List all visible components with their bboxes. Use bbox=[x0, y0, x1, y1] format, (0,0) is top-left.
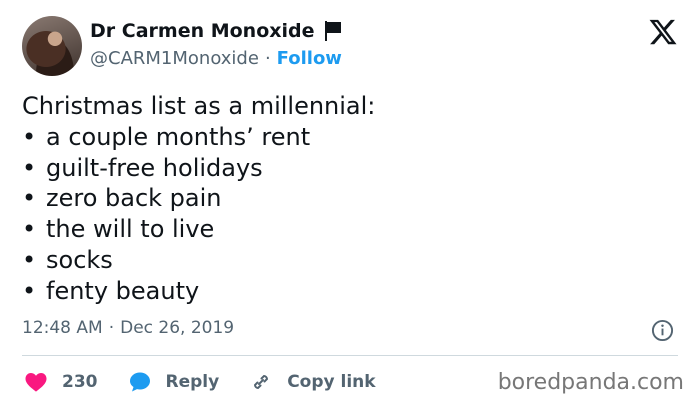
action-bar: 230 Reply Copy link bbox=[24, 370, 376, 394]
list-item-text: guilt-free holidays bbox=[46, 153, 263, 182]
x-logo-icon[interactable] bbox=[648, 17, 678, 47]
list-item-text: the will to live bbox=[46, 215, 215, 244]
speech-bubble-icon bbox=[129, 372, 150, 392]
bullet: • bbox=[22, 215, 37, 244]
handle-separator: · bbox=[264, 48, 271, 69]
copy-link-button[interactable]: Copy link bbox=[249, 370, 376, 394]
list-item-text: zero back pain bbox=[46, 184, 222, 213]
tweet-intro: Christmas list as a millennial: bbox=[22, 92, 376, 120]
reply-button[interactable]: Reply bbox=[128, 370, 220, 394]
tweet-date[interactable]: Dec 26, 2019 bbox=[120, 318, 234, 338]
author-name[interactable]: Dr Carmen Monoxide bbox=[90, 20, 315, 42]
list-item: • zero back pain bbox=[22, 183, 375, 214]
list-item: • a couple months’ rent bbox=[22, 122, 375, 153]
avatar[interactable] bbox=[22, 16, 82, 76]
list-item-text: socks bbox=[46, 245, 113, 274]
black-flag-icon bbox=[324, 21, 341, 41]
bullet: • bbox=[22, 122, 37, 151]
list-item: • fenty beauty bbox=[22, 276, 375, 307]
timestamp-separator: · bbox=[108, 318, 115, 338]
list-item: • socks bbox=[22, 245, 375, 276]
list-item: • guilt-free holidays bbox=[22, 153, 375, 184]
bullet: • bbox=[22, 276, 37, 305]
info-icon[interactable] bbox=[651, 319, 674, 342]
copy-link-label: Copy link bbox=[287, 372, 376, 392]
divider bbox=[22, 355, 678, 356]
watermark: boredpanda.com bbox=[497, 370, 684, 395]
author-handle-row: @CARM1Monoxide · Follow bbox=[90, 48, 342, 69]
author-handle[interactable]: @CARM1Monoxide bbox=[90, 48, 259, 69]
list-item: • the will to live bbox=[22, 214, 375, 245]
link-icon bbox=[254, 374, 269, 390]
bullet: • bbox=[22, 153, 37, 182]
bullet: • bbox=[22, 184, 37, 213]
author-name-row: Dr Carmen Monoxide bbox=[90, 20, 343, 42]
tweet-time[interactable]: 12:48 AM bbox=[22, 318, 103, 338]
follow-button[interactable]: Follow bbox=[277, 48, 342, 69]
heart-icon bbox=[25, 373, 47, 392]
list-item-text: a couple months’ rent bbox=[46, 122, 311, 151]
bullet: • bbox=[22, 245, 37, 274]
timestamp-row[interactable]: 12:48 AM · Dec 26, 2019 bbox=[22, 318, 234, 338]
list-item-text: fenty beauty bbox=[46, 276, 200, 305]
like-button[interactable]: 230 bbox=[24, 370, 98, 394]
like-count: 230 bbox=[62, 372, 98, 392]
reply-label: Reply bbox=[165, 372, 220, 392]
tweet-text: Christmas list as a millennial: • a coupl… bbox=[22, 91, 375, 307]
